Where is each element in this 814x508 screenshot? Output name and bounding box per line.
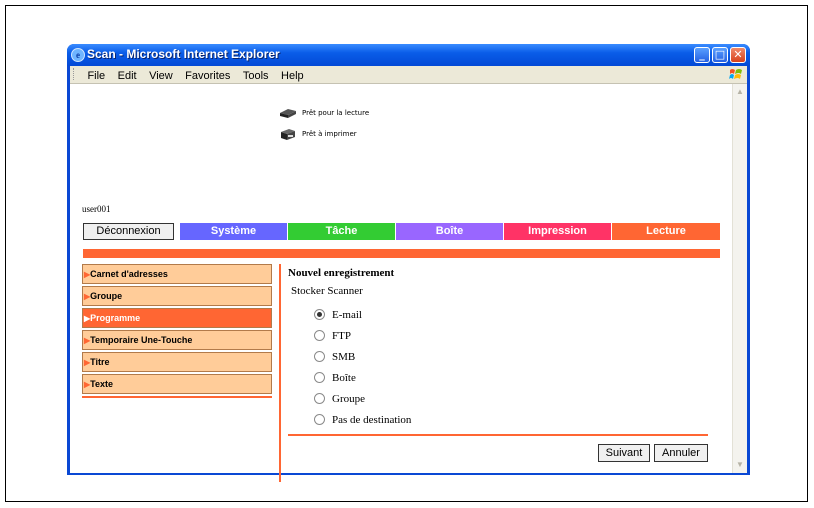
tab-tache[interactable]: Tâche: [288, 223, 395, 240]
radio-option-smb[interactable]: SMB: [314, 350, 355, 364]
tab-lecture[interactable]: Lecture: [612, 223, 720, 240]
sidebar-item-label: Groupe: [90, 291, 123, 301]
user-name: user001: [82, 204, 111, 214]
minimize-button[interactable]: _: [694, 47, 710, 63]
radio-option-email[interactable]: E-mail: [314, 308, 362, 322]
radio-button[interactable]: [314, 350, 325, 362]
sidebar-item-texte[interactable]: ▶Texte: [82, 374, 272, 394]
header-strip: [83, 249, 720, 258]
section-label: Stocker Scanner: [291, 285, 363, 297]
sidebar-item-carnet-adresses[interactable]: ▶Carnet d'adresses: [82, 264, 272, 284]
radio-option-pas-de-destination[interactable]: Pas de destination: [314, 413, 411, 427]
radio-label: FTP: [332, 330, 351, 342]
sidebar-item-label: Temporaire Une-Touche: [90, 335, 193, 345]
menu-grip: [73, 68, 77, 80]
logout-button[interactable]: Déconnexion: [83, 223, 174, 240]
radio-label: SMB: [332, 351, 356, 363]
page-title: Nouvel enregistrement: [288, 267, 395, 279]
radio-option-groupe[interactable]: Groupe: [314, 392, 365, 406]
sidebar-item-label: Carnet d'adresses: [90, 269, 168, 279]
printer-icon: [281, 129, 295, 140]
ie-logo-icon: e: [71, 48, 85, 62]
page-content: Prêt pour la lecture Prêt à imprimer use…: [70, 84, 747, 482]
scroll-up-icon[interactable]: ▲: [734, 86, 746, 98]
radio-option-ftp[interactable]: FTP: [314, 329, 351, 343]
scroll-down-icon[interactable]: ▼: [734, 459, 746, 471]
radio-button[interactable]: [314, 392, 325, 404]
radio-label: Pas de destination: [332, 414, 412, 426]
menu-edit[interactable]: Edit: [114, 67, 141, 82]
sidebar-item-programme[interactable]: ▶Programme: [82, 308, 272, 328]
radio-button[interactable]: [314, 413, 325, 425]
status-read-label: Prêt pour la lecture: [302, 109, 370, 117]
sidebar-item-label: Programme: [90, 313, 141, 323]
browser-window: e Scan - Microsoft Internet Explorer _ □…: [67, 44, 750, 482]
menu-bar: File Edit View Favorites Tools Help: [70, 66, 747, 84]
radio-label: Groupe: [332, 393, 365, 405]
status-print: Prêt à imprimer: [278, 127, 357, 141]
sidebar-item-temporaire[interactable]: ▶Temporaire Une-Touche: [82, 330, 272, 350]
menu-view[interactable]: View: [145, 67, 177, 82]
maximize-button[interactable]: □: [712, 47, 728, 63]
radio-button[interactable]: [314, 371, 325, 383]
sidebar-item-label: Texte: [90, 379, 113, 389]
tab-boite[interactable]: Boîte: [396, 223, 503, 240]
sidebar-item-titre[interactable]: ▶Titre: [82, 352, 272, 372]
vertical-scrollbar[interactable]: ▲ ▼: [732, 84, 747, 473]
tab-impression[interactable]: Impression: [504, 223, 611, 240]
sidebar-item-label: Titre: [90, 357, 110, 367]
status-print-label: Prêt à imprimer: [302, 130, 357, 138]
menu-favorites[interactable]: Favorites: [181, 67, 234, 82]
sidebar-divider: [82, 396, 272, 398]
cancel-button[interactable]: Annuler: [654, 444, 708, 462]
menu-tools[interactable]: Tools: [239, 67, 273, 82]
vertical-divider: [279, 264, 281, 482]
radio-button[interactable]: [314, 329, 325, 341]
radio-button[interactable]: [314, 308, 325, 320]
next-button[interactable]: Suivant: [598, 444, 650, 462]
status-read: Prêt pour la lecture: [278, 106, 369, 120]
sidebar-item-groupe[interactable]: ▶Groupe: [82, 286, 272, 306]
radio-label: Boîte: [332, 372, 356, 384]
sidebar: ▶Carnet d'adresses ▶Groupe ▶Programme ▶T…: [82, 264, 272, 398]
tab-bar: Déconnexion Système Tâche Boîte Impressi…: [83, 223, 720, 240]
menu-help[interactable]: Help: [277, 67, 308, 82]
menu-file[interactable]: File: [83, 67, 109, 82]
radio-label: E-mail: [332, 309, 362, 321]
radio-option-boite[interactable]: Boîte: [314, 371, 356, 385]
close-button[interactable]: ✕: [730, 47, 746, 63]
scanner-icon: [280, 109, 296, 118]
title-bar[interactable]: e Scan - Microsoft Internet Explorer _ □…: [67, 44, 750, 66]
window-title: Scan - Microsoft Internet Explorer: [87, 47, 280, 61]
form-divider: [288, 434, 708, 436]
windows-flag-icon: [729, 69, 742, 79]
tab-systeme[interactable]: Système: [180, 223, 287, 240]
